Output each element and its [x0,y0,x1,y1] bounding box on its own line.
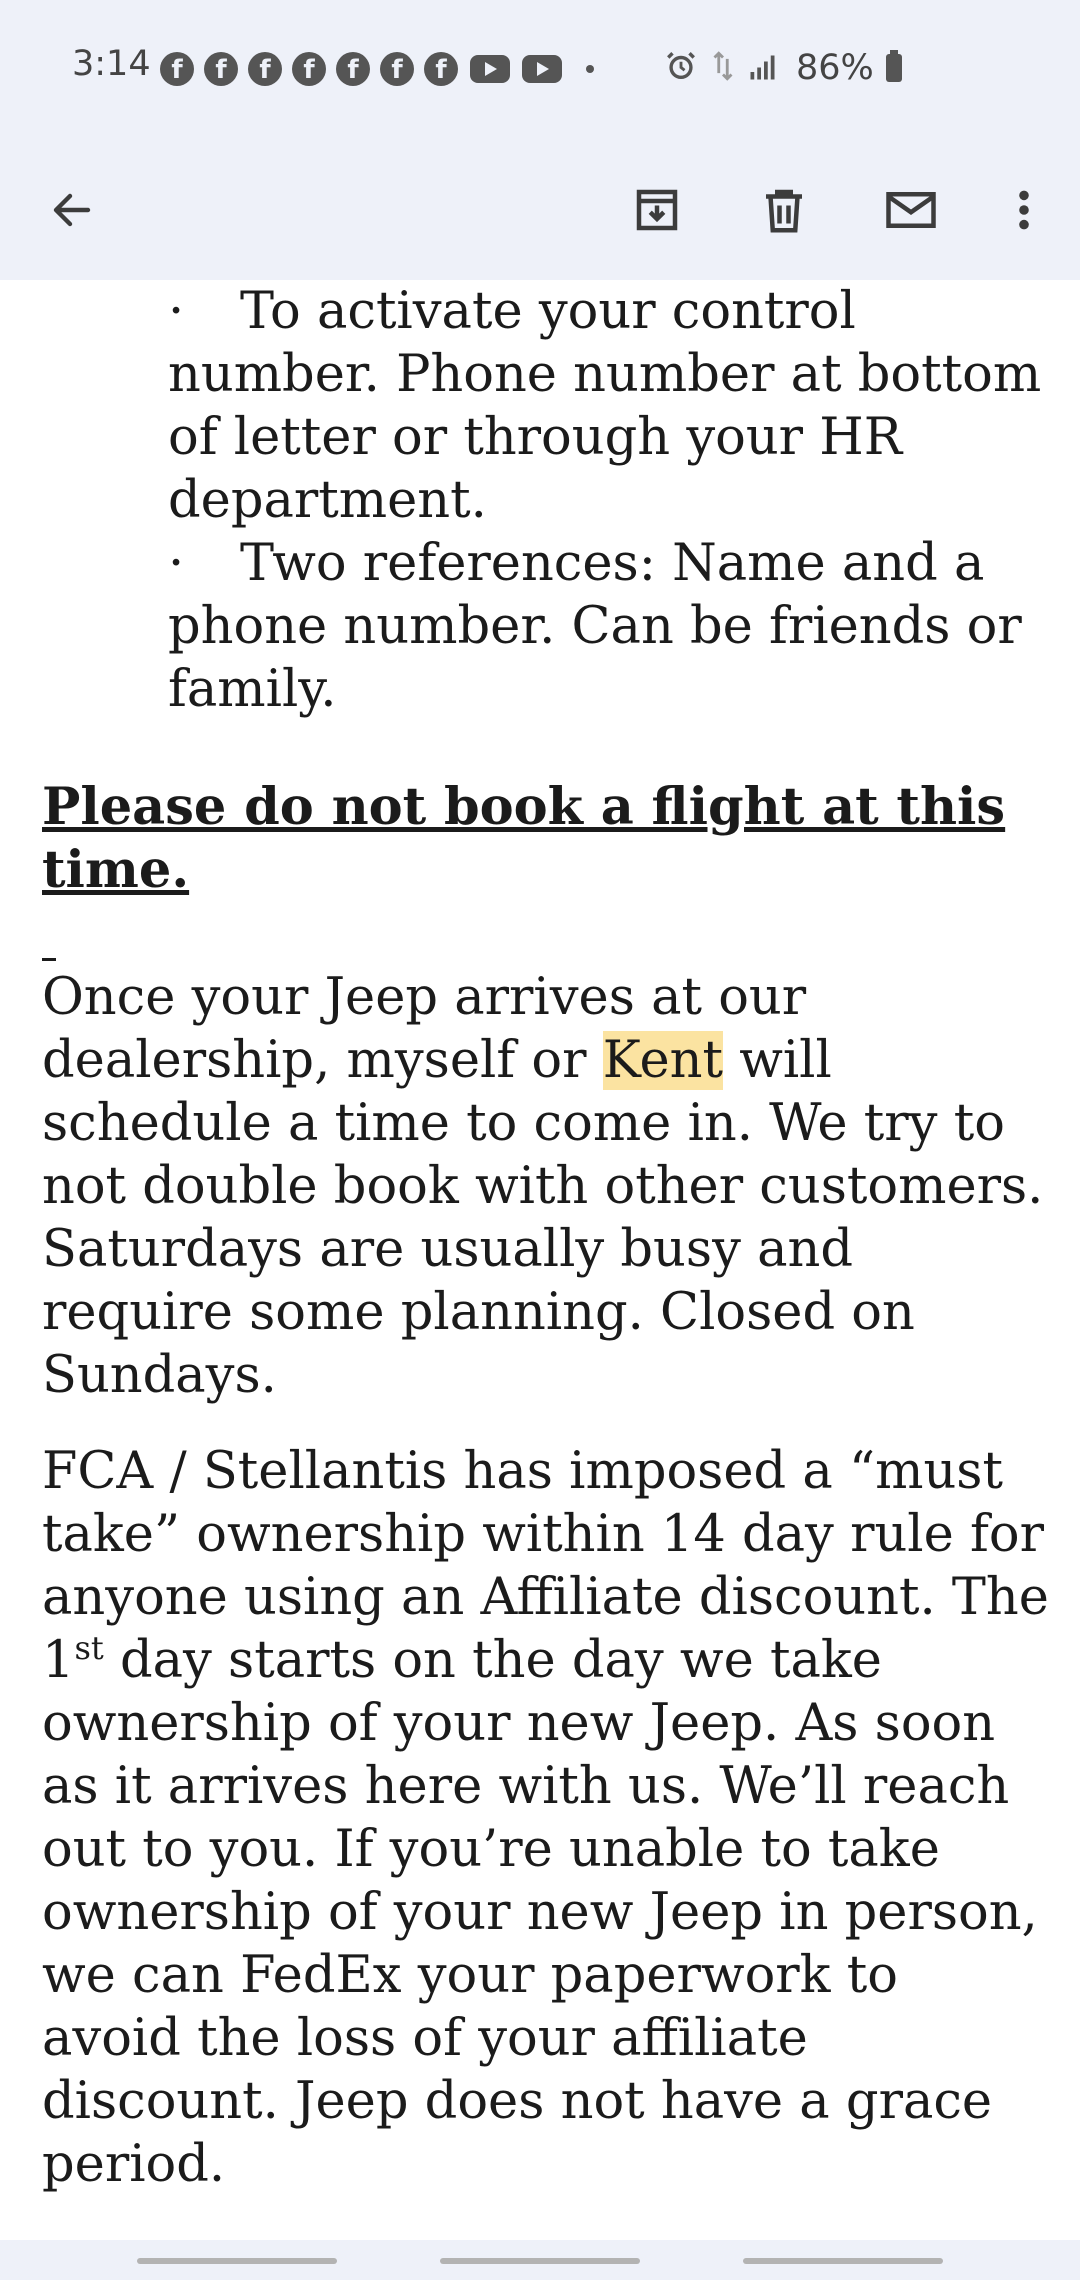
bullet-text: To activate your control number. Phone n… [168,282,1042,530]
facebook-icon: f [204,52,238,86]
back-arrow-icon [53,193,91,227]
facebook-icon: f [380,52,414,86]
bullet-text: Two references: Name and a phone number.… [168,534,1022,719]
ordinal-suffix: st [74,1629,104,1667]
recents-nav-handle[interactable] [137,2258,337,2264]
more-options-button[interactable] [984,170,1064,250]
youtube-icon [522,55,562,83]
system-icons: 86% [664,48,902,88]
battery-percent: 86% [796,48,874,88]
app-bar [0,140,1080,280]
home-nav-handle[interactable] [440,2258,640,2264]
facebook-icon: f [292,52,326,86]
more-options-icon [1019,190,1029,230]
facebook-icon: f [248,52,282,86]
back-button[interactable] [32,170,112,250]
archive-icon [636,189,678,231]
underline-fragment [42,958,56,961]
status-bar: 3:14 f f f f f f f 86% [0,0,1080,140]
paragraph-arrival: Once your Jeep arrives at our dealership… [42,966,1052,1407]
facebook-icon: f [160,52,194,86]
battery-icon [885,50,902,82]
archive-button[interactable] [617,170,697,250]
delete-icon [766,189,802,233]
alarm-icon [664,49,698,87]
delete-button[interactable] [744,170,824,250]
list-item: · To activate your control number. Phone … [168,280,1048,532]
list-item: · Two references: Name and a phone number… [168,532,1048,721]
data-transfer-icon [710,49,736,87]
bullet-mark: · [168,282,185,341]
mark-unread-button[interactable] [871,170,951,250]
requirements-list: · To activate your control number. Phone … [168,280,1048,721]
back-nav-handle[interactable] [743,2258,943,2264]
more-notifications-dot-icon [586,65,594,73]
highlighted-name: Kent [602,1031,723,1090]
notification-icons: f f f f f f f [160,52,594,86]
navigation-bar [0,2240,1080,2280]
email-body: · To activate your control number. Phone … [0,280,1080,2240]
notice-heading: Please do not book a flight at this time… [42,777,1006,900]
youtube-icon [470,55,510,83]
paragraph-ownership-rule: FCA / Stellantis has imposed a “must tak… [42,1440,1052,2196]
status-time: 3:14 [72,44,151,84]
text-run: day starts on the day we take ownership … [42,1631,1038,2194]
facebook-icon: f [424,52,458,86]
mark-unread-icon [886,192,936,228]
bullet-mark: · [168,534,185,593]
facebook-icon: f [336,52,370,86]
signal-icon [748,51,780,85]
